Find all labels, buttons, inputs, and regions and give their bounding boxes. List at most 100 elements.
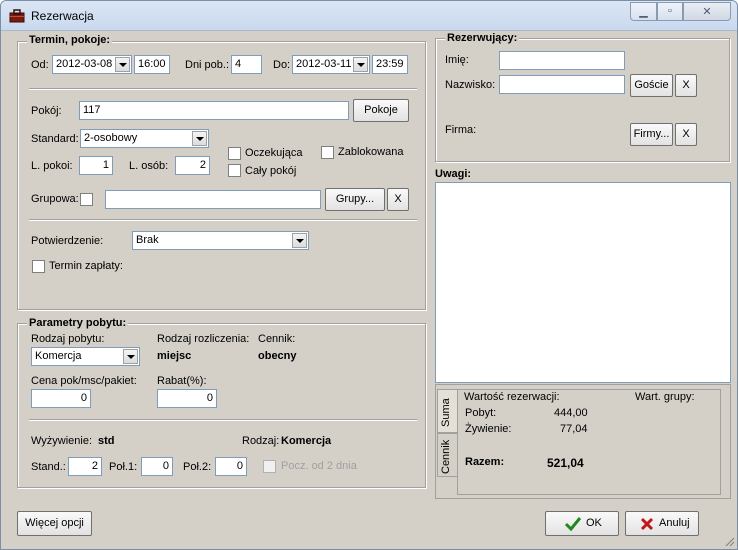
- ok-button[interactable]: OK: [545, 511, 619, 536]
- close-icon: ✕: [702, 6, 712, 18]
- rabat-field[interactable]: 0: [157, 389, 217, 408]
- caly-pokoj-checkbox[interactable]: [228, 164, 241, 177]
- anuluj-button[interactable]: Anuluj: [625, 511, 699, 536]
- od-label: Od:: [31, 59, 49, 71]
- pobyt-label: Pobyt:: [465, 407, 497, 419]
- nazwisko-field[interactable]: [499, 75, 625, 94]
- pol2-label: Poł.2:: [183, 461, 212, 473]
- close-button[interactable]: ✕: [683, 2, 731, 21]
- oczekujaca-label: Oczekująca: [245, 147, 303, 159]
- liczba-osob-field[interactable]: 2: [175, 156, 210, 175]
- rodzaj-pobytu-select[interactable]: Komercja: [31, 347, 140, 366]
- standard-meals-field[interactable]: 2: [68, 457, 102, 476]
- oczekujaca-checkbox[interactable]: [228, 147, 241, 160]
- liczba-osob-label: L. osób:: [129, 160, 169, 172]
- cennik-label: Cennik:: [258, 333, 296, 345]
- minimize-icon: ▁: [639, 6, 648, 18]
- grupowa-checkbox[interactable]: [80, 193, 93, 206]
- dni-pobytu-field[interactable]: 4: [231, 55, 262, 74]
- reservation-window: Rezerwacja ▁ ▫ ✕ Termin, pokoje: Od: 201…: [0, 0, 738, 550]
- standard-select[interactable]: 2-osobowy: [80, 129, 209, 148]
- clear-firma-button[interactable]: X: [675, 123, 697, 146]
- anuluj-label: Anuluj: [659, 517, 690, 529]
- maximize-button[interactable]: ▫: [657, 2, 683, 21]
- razem-value: 521,04: [547, 456, 584, 470]
- do-date-value: 2012-03-11: [296, 58, 352, 70]
- zablokowana-label: Zablokowana: [338, 146, 404, 158]
- pol2-field[interactable]: 0: [215, 457, 247, 476]
- od-date-picker[interactable]: 2012-03-08: [52, 55, 132, 74]
- termin-pokoje-title: Termin, pokoje:: [27, 34, 113, 46]
- liczba-pokoi-field[interactable]: 1: [79, 156, 113, 175]
- standard-label: Standard:: [31, 133, 79, 145]
- pol1-field[interactable]: 0: [141, 457, 173, 476]
- tab-cennik[interactable]: Cennik: [437, 433, 457, 477]
- divider: [29, 88, 417, 90]
- cena-label: Cena pok/msc/pakiet:: [31, 375, 137, 387]
- chevron-down-icon[interactable]: [292, 233, 307, 248]
- chevron-down-icon[interactable]: [115, 57, 130, 72]
- tab-cennik-label: Cennik: [440, 439, 452, 474]
- pobyt-value: 444,00: [554, 407, 588, 419]
- standard-value: 2-osobowy: [84, 132, 138, 144]
- chevron-down-icon[interactable]: [123, 349, 138, 364]
- rabat-label: Rabat(%):: [157, 375, 207, 387]
- termin-zaplaty-checkbox[interactable]: [32, 260, 45, 273]
- do-date-picker[interactable]: 2012-03-11: [292, 55, 370, 74]
- check-icon: [564, 517, 582, 532]
- tab-suma-label: Suma: [440, 398, 452, 427]
- standard-meals-label: Stand.:: [31, 461, 66, 473]
- ok-label: OK: [586, 517, 602, 529]
- uwagi-textarea[interactable]: [435, 182, 731, 383]
- termin-zaplaty-label: Termin zapłaty:: [49, 260, 123, 272]
- pocz-od-2-dnia-label: Pocz. od 2 dnia: [281, 460, 357, 472]
- od-time-field[interactable]: 16:00: [134, 55, 170, 74]
- divider: [29, 419, 417, 421]
- liczba-pokoi-label: L. pokoi:: [31, 160, 73, 172]
- do-time-field[interactable]: 23:59: [372, 55, 408, 74]
- clear-grupa-button[interactable]: X: [387, 188, 409, 211]
- cennik-value: obecny: [258, 350, 297, 362]
- firmy-button[interactable]: Firmy...: [630, 123, 673, 146]
- parametry-pobytu-title: Parametry pobytu:: [27, 317, 129, 329]
- wyzywienie-label: Wyżywienie:: [31, 435, 93, 447]
- clear-rezerwujacy-button[interactable]: X: [675, 74, 697, 97]
- window-title: Rezerwacja: [31, 9, 94, 23]
- resize-grip-icon: [725, 537, 735, 547]
- cena-field[interactable]: 0: [31, 389, 91, 408]
- chevron-down-icon[interactable]: [353, 57, 368, 72]
- rodzaj-pobytu-value: Komercja: [35, 350, 82, 362]
- razem-label: Razem:: [465, 456, 505, 468]
- zywienie-value: 77,04: [560, 423, 588, 435]
- grupa-field[interactable]: [105, 190, 321, 209]
- title-bar: Rezerwacja ▁ ▫ ✕: [1, 1, 737, 31]
- divider: [29, 219, 417, 221]
- pokoje-button[interactable]: Pokoje: [353, 99, 409, 122]
- caly-pokoj-label: Cały pokój: [245, 165, 297, 177]
- imie-field[interactable]: [499, 51, 625, 70]
- potwierdzenie-value: Brak: [136, 234, 159, 246]
- rodzaj-pobytu-label: Rodzaj pobytu:: [31, 333, 105, 345]
- pocz-od-2-dnia-checkbox: [263, 460, 276, 473]
- minimize-button[interactable]: ▁: [630, 2, 657, 21]
- grupy-button[interactable]: Grupy...: [325, 188, 385, 211]
- pokoj-label: Pokój:: [31, 105, 62, 117]
- wartosc-rezerwacji-label: Wartość rezerwacji:: [464, 391, 560, 403]
- goscie-button[interactable]: Goście: [630, 74, 673, 97]
- wiecej-opcji-button[interactable]: Więcej opcji: [17, 511, 92, 536]
- rodzaj-rozliczenia-value: miejsc: [157, 350, 192, 362]
- zablokowana-checkbox[interactable]: [321, 146, 334, 159]
- rodzaj-rozliczenia-label: Rodzaj rozliczenia:: [157, 333, 250, 345]
- maximize-icon: ▫: [668, 5, 672, 17]
- rodzaj-value: Komercja: [281, 435, 332, 447]
- grupowa-label: Grupowa:: [31, 193, 79, 205]
- pokoj-field[interactable]: 117: [79, 101, 349, 120]
- rezerwujacy-title: Rezerwujący:: [445, 32, 520, 44]
- summary-content: [457, 389, 721, 495]
- tab-suma[interactable]: Suma: [437, 389, 457, 433]
- x-icon: [640, 517, 654, 531]
- resize-grip[interactable]: [725, 537, 735, 547]
- chevron-down-icon[interactable]: [192, 131, 207, 146]
- dni-pobytu-label: Dni pob.:: [185, 59, 230, 71]
- potwierdzenie-select[interactable]: Brak: [132, 231, 309, 250]
